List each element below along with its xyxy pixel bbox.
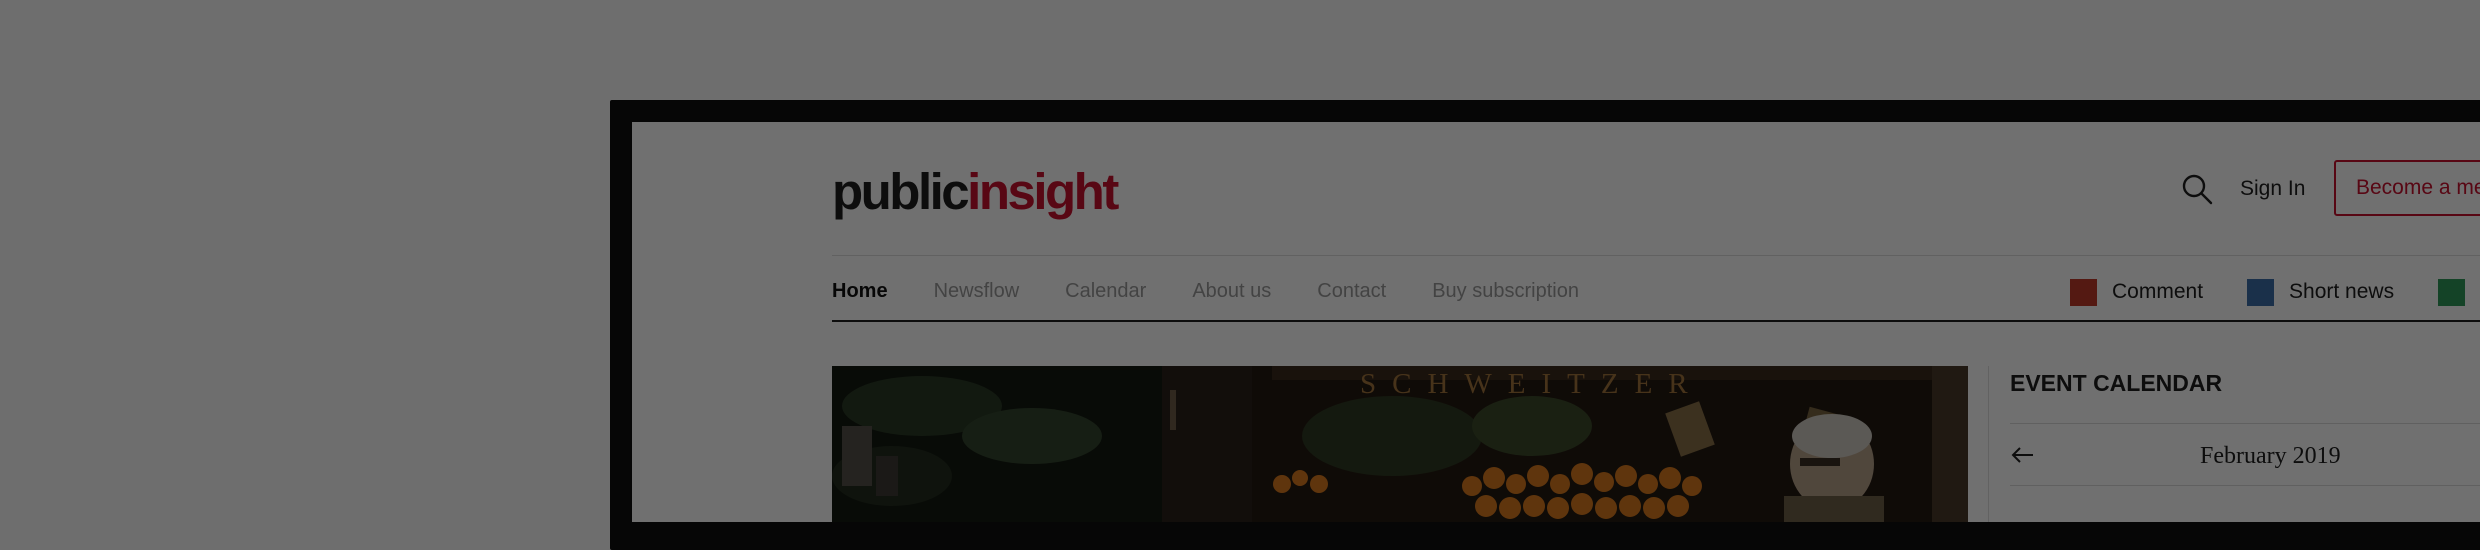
nav-item-buy-subscription[interactable]: Buy subscription [1432,274,1579,310]
become-member-button[interactable]: Become a me [2334,160,2480,216]
sidebar-divider [1988,366,1989,522]
calendar-divider-top [2010,423,2480,424]
arrow-left-icon[interactable] [2010,442,2036,468]
content-type-legend: Comment Short news [2070,275,2480,309]
third-swatch [2438,278,2466,306]
calendar-month-label: February 2019 [2200,443,2341,469]
event-calendar-title: EVENT CALENDAR [2010,370,2223,396]
hero-image[interactable]: SCHWEITZER [832,366,1968,522]
calendar-divider-bottom [2010,485,2480,486]
legend-item-short-news: Short news [2247,275,2394,309]
main-nav: Home Newsflow Calendar About us Contact … [832,274,1625,310]
nav-divider [832,320,2480,322]
legend-item-comment: Comment [2070,275,2203,309]
short-news-swatch [2247,278,2275,306]
nav-item-newsflow[interactable]: Newsflow [934,274,1020,310]
nav-item-home[interactable]: Home [832,274,888,310]
nav-item-contact[interactable]: Contact [1317,274,1386,310]
header-divider [832,255,2480,256]
nav-item-calendar[interactable]: Calendar [1065,274,1146,310]
search-icon[interactable] [2180,172,2214,206]
site-logo[interactable]: publicinsight [832,162,1119,222]
legend-label-short-news: Short news [2289,280,2395,303]
webpage: publicinsight Sign In Become a me Home N… [632,122,2480,522]
comment-swatch [2070,278,2097,306]
nav-item-about-us[interactable]: About us [1192,274,1271,310]
legend-label-comment: Comment [2112,280,2204,303]
hero-shop-sign: SCHWEITZER [1360,368,1704,400]
logo-part-public: public [832,163,970,220]
logo-part-insight: insight [967,163,1119,220]
sign-in-link[interactable]: Sign In [2240,174,2305,204]
legend-item-third [2438,278,2480,306]
